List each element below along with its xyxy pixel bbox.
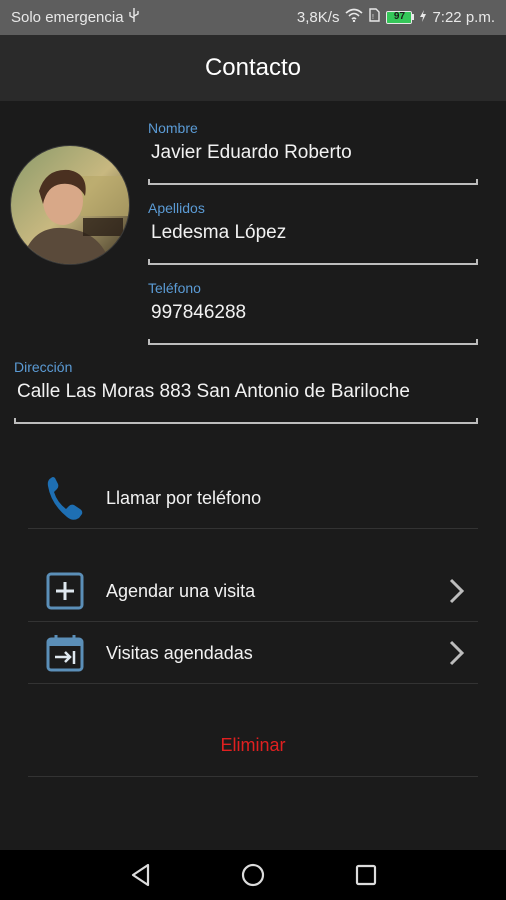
calendar-icon: [40, 628, 90, 678]
nombre-label: Nombre: [148, 120, 198, 136]
clock: 7:22 p.m.: [432, 8, 495, 26]
wifi-icon: [345, 8, 363, 26]
avatar[interactable]: [10, 145, 130, 265]
phone-icon: [40, 473, 90, 523]
network-speed: 3,8K/s: [296, 8, 340, 26]
apellidos-value: Ledesma López: [151, 222, 287, 243]
app-header: Contacto: [0, 35, 506, 101]
carrier-text: Solo emergencia: [11, 8, 124, 26]
recents-icon[interactable]: [353, 862, 379, 888]
schedule-visit-button[interactable]: Agendar una visita: [28, 561, 478, 622]
telefono-field[interactable]: Teléfono 997846288: [148, 280, 478, 345]
direccion-value: Calle Las Moras 883 San Antonio de Baril…: [17, 381, 410, 402]
call-label: Llamar por teléfono: [106, 487, 262, 508]
apellidos-field[interactable]: Apellidos Ledesma López: [148, 200, 478, 265]
apellidos-label: Apellidos: [148, 200, 205, 216]
home-icon[interactable]: [240, 862, 266, 888]
nombre-underline: [148, 179, 478, 185]
nombre-field[interactable]: Nombre Javier Eduardo Roberto: [148, 120, 478, 185]
svg-text:!: !: [372, 14, 374, 21]
direccion-label: Dirección: [14, 359, 73, 375]
direccion-field[interactable]: Dirección Calle Las Moras 883 San Antoni…: [14, 359, 478, 424]
call-button[interactable]: Llamar por teléfono: [28, 468, 478, 529]
status-bar: Solo emergencia 3,8K/s ! 97 7:22 p.m.: [0, 0, 506, 35]
direccion-underline: [14, 418, 478, 424]
battery-level: 97: [393, 10, 406, 22]
chevron-right-icon: [449, 640, 465, 666]
back-icon[interactable]: [128, 862, 154, 888]
telefono-underline: [148, 339, 478, 345]
battery-icon: 97: [386, 10, 415, 24]
add-box-icon: [40, 566, 90, 616]
chevron-right-icon: [449, 578, 465, 604]
scheduled-visits-button[interactable]: Visitas agendadas: [28, 623, 478, 684]
delete-button[interactable]: Eliminar: [28, 715, 478, 777]
avatar-photo: [11, 146, 129, 264]
usb-icon: [128, 8, 140, 26]
schedule-label: Agendar una visita: [106, 580, 256, 601]
telefono-value: 997846288: [151, 302, 247, 323]
page-title: Contacto: [204, 54, 302, 81]
apellidos-underline: [148, 259, 478, 265]
delete-label: Eliminar: [220, 735, 286, 755]
scheduled-label: Visitas agendadas: [106, 642, 253, 663]
charging-icon: [420, 9, 427, 26]
nombre-value: Javier Eduardo Roberto: [151, 142, 352, 163]
sim-icon: !: [369, 8, 381, 26]
navigation-bar: [0, 850, 506, 900]
telefono-label: Teléfono: [148, 280, 201, 296]
